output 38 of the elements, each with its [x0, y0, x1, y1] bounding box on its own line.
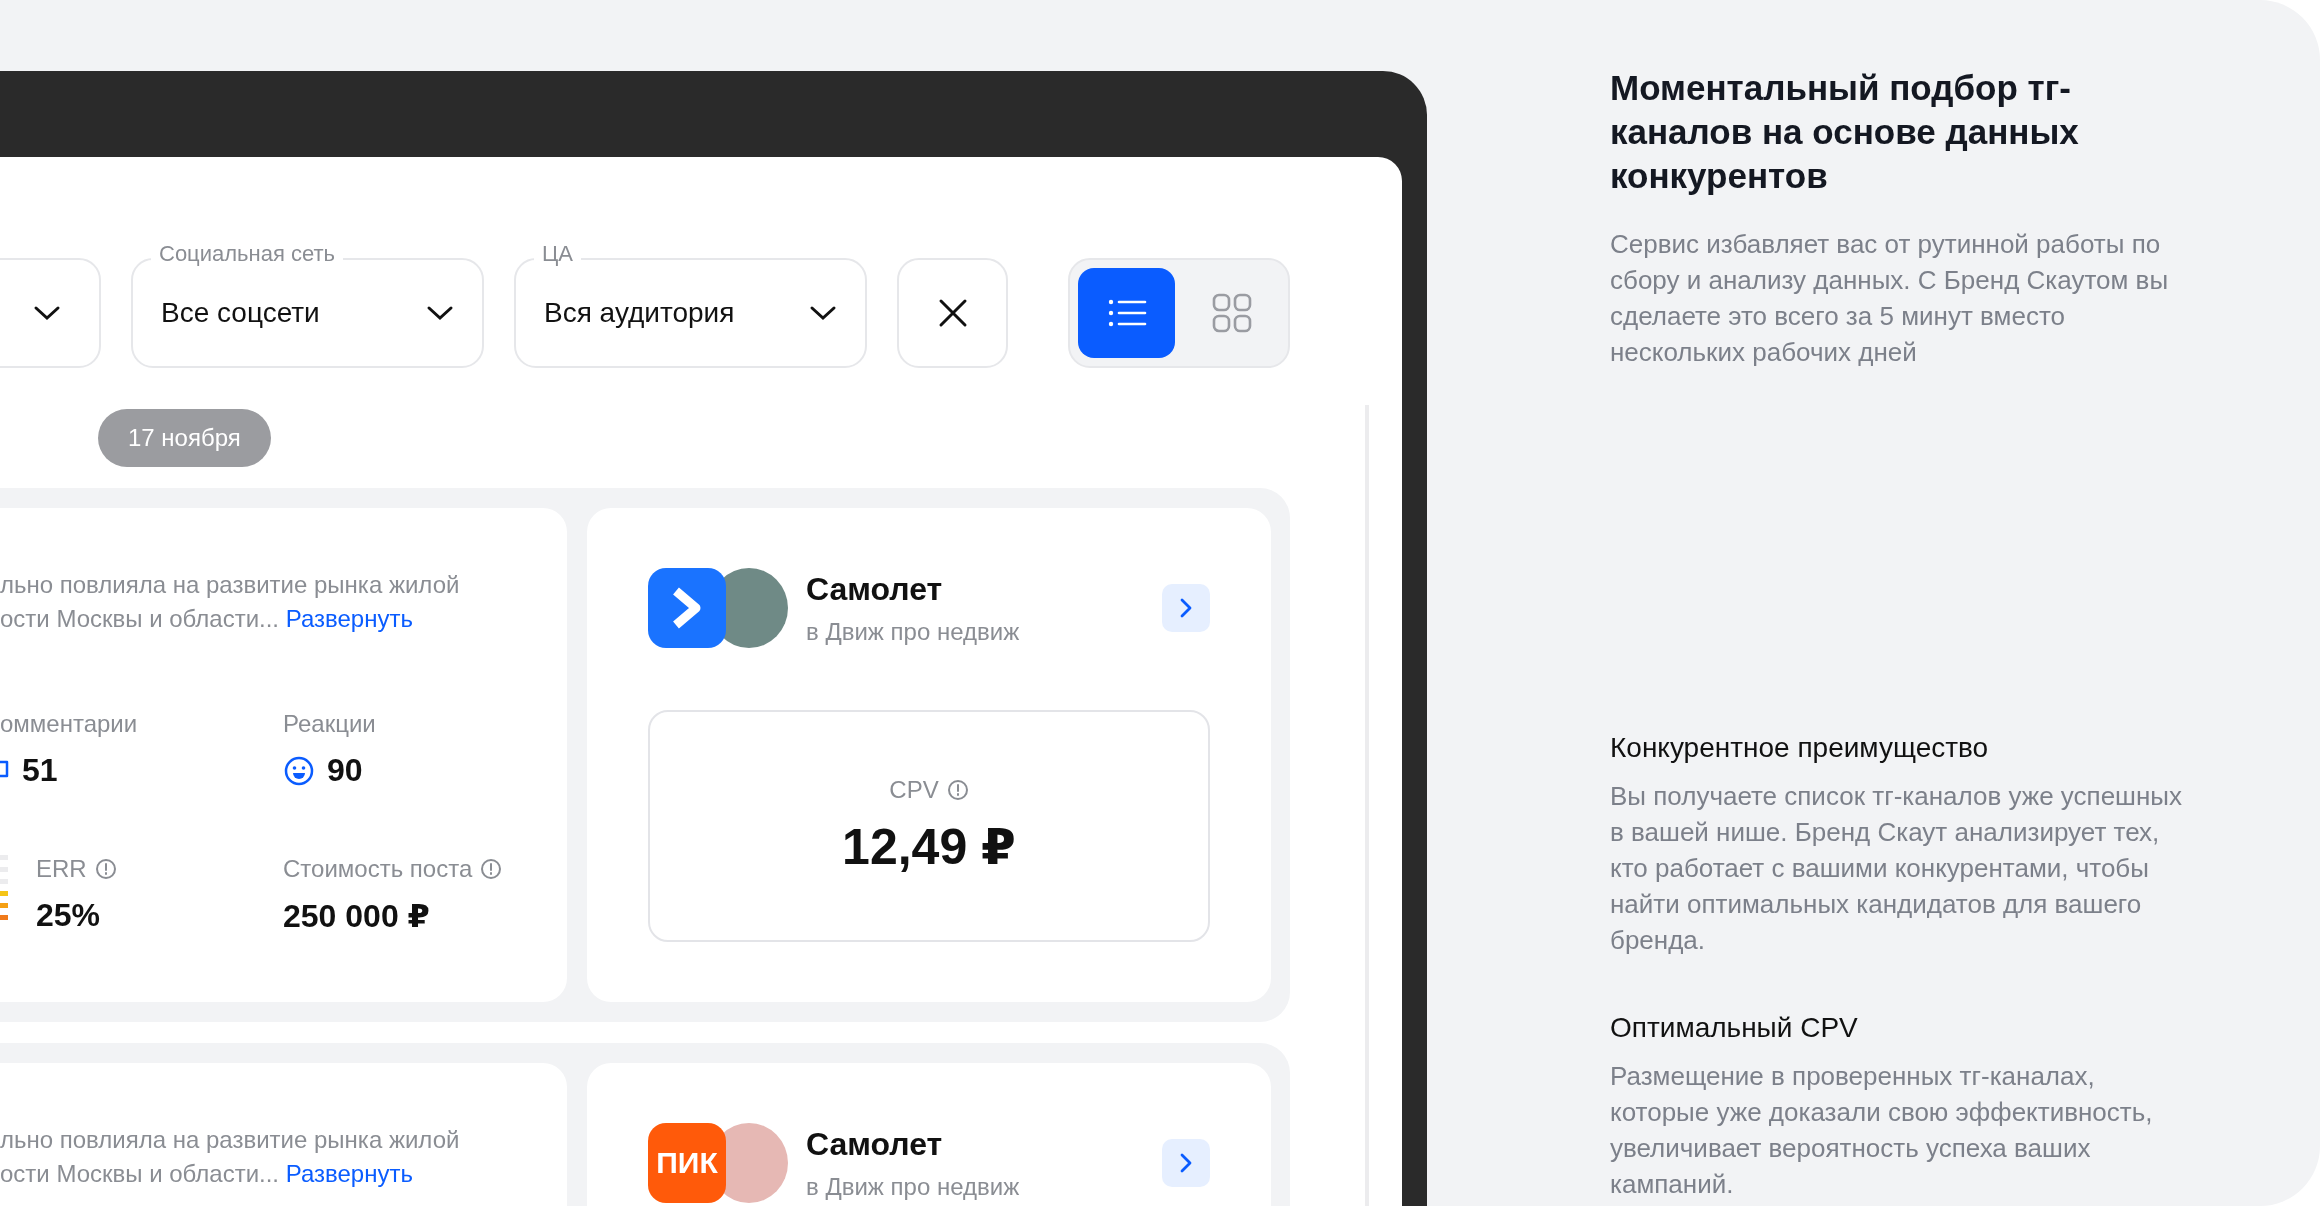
list-icon	[1106, 298, 1147, 328]
open-button[interactable]	[1162, 584, 1210, 632]
post-text: льно повлияла на развитие рынка жилой ости Москвы и области... Развернуть	[0, 570, 461, 634]
channel-subtitle: в Движ про недвиж	[806, 1172, 1021, 1201]
channel-name: Самолет	[806, 1125, 944, 1163]
expand-link[interactable]: Развернуть	[285, 1160, 413, 1187]
channel-subtitle: в Движ про недвиж	[806, 617, 1021, 646]
section-text: Размещение в проверенных тг-каналах, которые уже доказали свою эффективность, увеличивает вероятность успеха ваших кампаний.	[1610, 1060, 2154, 1201]
channel-name: Самолет	[806, 570, 944, 608]
metric-value: 12,49 ₽	[842, 818, 1016, 876]
chevron-right-icon	[1179, 597, 1193, 619]
stat-value: 250 000 ₽	[283, 897, 430, 935]
feature-heading: Моментальный подбор тг-каналов на основе данных конкурентов	[1610, 67, 2080, 197]
close-icon	[937, 298, 968, 328]
stat-value: 25%	[36, 897, 101, 934]
stat-label: омментарии	[0, 710, 138, 738]
open-button[interactable]	[1162, 1139, 1210, 1187]
chevron-down-icon	[33, 305, 61, 321]
grid-icon	[1211, 293, 1252, 333]
chevron-right-icon	[1179, 1152, 1193, 1174]
post-text: льно повлияла на развитие рынка жилой ости Москвы и области... Развернуть	[0, 1125, 461, 1189]
expand-link[interactable]: Развернуть	[285, 605, 413, 632]
date-badge: 17 ноября	[98, 409, 271, 467]
stat-label: ERR	[36, 855, 87, 883]
list-view-button[interactable]	[1078, 268, 1175, 358]
metric-label: CPV	[889, 776, 939, 804]
stat-value: 51	[22, 752, 58, 789]
smiley-icon	[283, 754, 315, 787]
chevron-down-icon	[426, 305, 454, 321]
section-text: Вы получаете список тг-каналов уже успешных в вашей нише. Бренд Скаут анализирует тех, кто работает с вашими конкурентами, чтобы найти оптимальных кандидатов для вашего бренда.	[1610, 780, 2183, 957]
stat-label: Стоимость поста	[283, 855, 473, 883]
feature-description: Сервис избавляет вас от рутинной работы по сбору и анализу данных. С Бренд Скаутом вы сделаете это всего за 5 минут вместо нескольких рабочих дней	[1610, 228, 2170, 369]
channel-logo: ПИК	[648, 1123, 726, 1203]
section-title: Конкурентное преимущество	[1610, 731, 1990, 765]
chevron-down-icon	[809, 305, 837, 321]
stat-value: 90	[327, 752, 363, 789]
section-title: Оптимальный CPV	[1610, 1011, 1859, 1045]
stat-label: Реакции	[283, 710, 376, 738]
